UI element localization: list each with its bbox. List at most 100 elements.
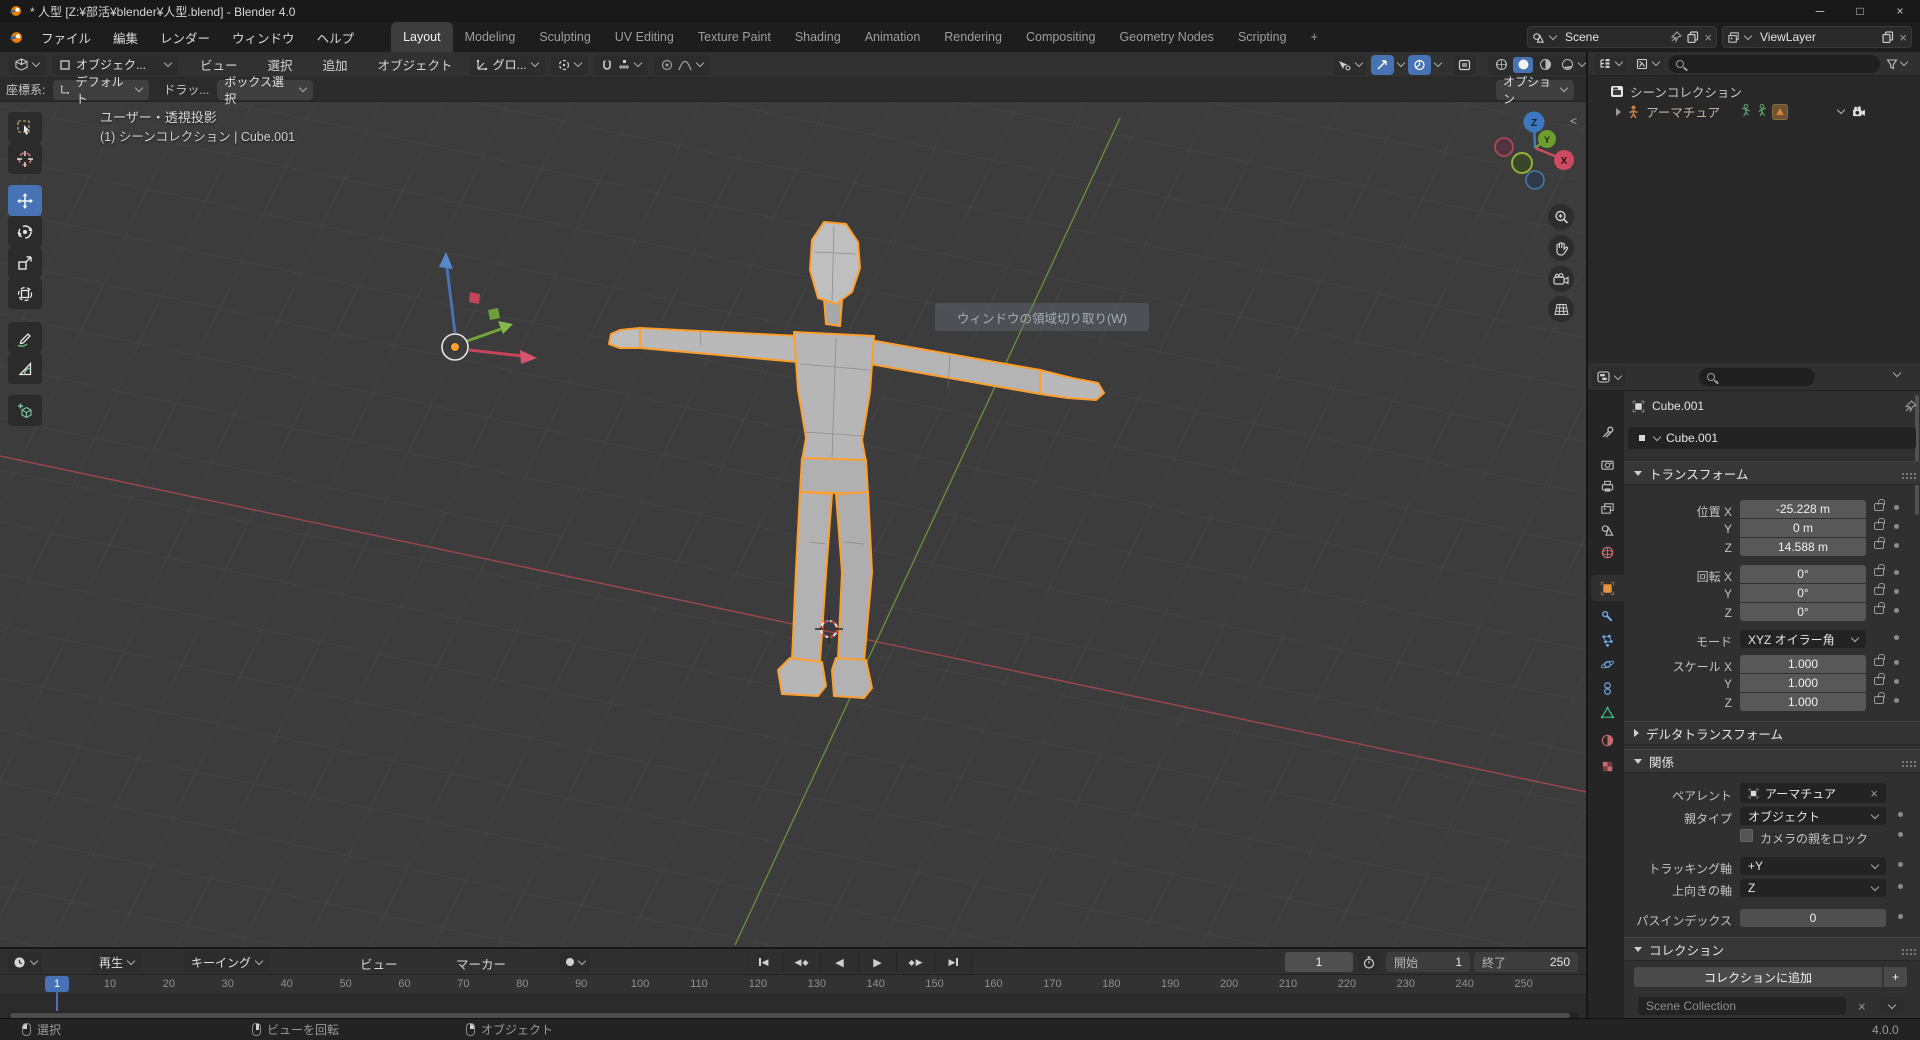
playhead-frame-badge[interactable]: 1 (45, 976, 69, 992)
animate-dot[interactable] (1898, 862, 1903, 867)
menu-file[interactable]: ファイル (30, 22, 102, 52)
collection-options-button[interactable] (1880, 997, 1904, 1015)
current-frame-field[interactable]: 1 (1285, 952, 1353, 972)
hide-in-viewport-icon[interactable] (1837, 106, 1845, 114)
location-z-field[interactable]: 14.588 m (1740, 538, 1866, 556)
timeline-ruler[interactable]: 1020304050607080901001101201301401501601… (0, 975, 1586, 995)
properties-filter-chevron-icon[interactable] (1893, 369, 1901, 377)
new-view-layer-icon[interactable] (1882, 31, 1894, 43)
toggle-xray-button[interactable] (1453, 55, 1476, 75)
menu-edit[interactable]: 編集 (102, 22, 149, 52)
camera-parent-lock-checkbox[interactable] (1740, 829, 1753, 842)
viewport-3d[interactable]: オブジェク... ビュー 選択 追加 オブジェクト グロ... (0, 52, 1586, 947)
lock-open-icon[interactable] (1874, 658, 1884, 666)
add-to-collection-button[interactable]: コレクションに追加 (1634, 967, 1882, 987)
viewport-menu-object[interactable]: オブジェクト (374, 55, 457, 74)
viewport-menu-select[interactable]: 選択 (264, 55, 297, 74)
character-mesh[interactable] (609, 222, 1104, 698)
scene-canvas[interactable] (0, 102, 1586, 947)
move-gizmo-x-plane[interactable] (469, 292, 480, 304)
mode-dropdown[interactable]: オブジェク... (52, 55, 178, 75)
orthographic-toggle-button[interactable] (1548, 296, 1574, 322)
transform-panel-header[interactable]: トランスフォーム (1624, 461, 1920, 485)
drag-handle-icon[interactable] (1902, 761, 1904, 763)
remove-view-layer-icon[interactable]: × (1899, 30, 1907, 45)
timeline-editor-type-button[interactable] (8, 952, 42, 972)
coordinate-system-dropdown[interactable]: デフォルト (53, 80, 149, 100)
lock-open-icon[interactable] (1874, 606, 1884, 614)
axis-x-neg-ball[interactable] (1495, 138, 1513, 156)
tab-geometry-nodes[interactable]: Geometry Nodes (1107, 22, 1225, 52)
shading-solid-button[interactable] (1513, 57, 1533, 73)
tab-animation[interactable]: Animation (853, 22, 933, 52)
lock-open-icon[interactable] (1874, 503, 1884, 511)
location-y-field[interactable]: 0 m (1740, 519, 1866, 537)
move-gizmo-x-arrow[interactable] (520, 350, 537, 364)
animate-dot[interactable] (1894, 543, 1899, 548)
shading-wireframe-button[interactable] (1491, 57, 1511, 73)
pass-index-field[interactable]: 0 (1740, 909, 1886, 927)
object-name-field[interactable]: Cube.001 (1628, 427, 1916, 449)
collections-panel-header[interactable]: コレクション (1624, 937, 1920, 961)
rotation-mode-dropdown[interactable]: XYZ オイラー角 (1740, 630, 1866, 648)
outliner-display-mode-button[interactable] (1631, 54, 1664, 74)
menu-render[interactable]: レンダー (149, 22, 221, 52)
properties-tab-object[interactable] (1591, 575, 1624, 601)
properties-tab-material[interactable] (1591, 727, 1624, 753)
outliner-editor-type-button[interactable] (1594, 54, 1627, 74)
transform-orientation-dropdown[interactable]: グロ... (469, 55, 545, 75)
options-dropdown[interactable]: オプション (1496, 80, 1574, 100)
jump-to-end-button[interactable]: ▶ (935, 952, 973, 972)
rotation-z-field[interactable]: 0° (1740, 603, 1866, 621)
animate-dot[interactable] (1898, 914, 1903, 919)
frame-start-field[interactable]: 開始1 (1386, 952, 1470, 972)
overlays-options-chevron-icon[interactable] (1434, 59, 1442, 67)
lock-open-icon[interactable] (1874, 677, 1884, 685)
properties-editor-type-button[interactable] (1592, 367, 1626, 387)
properties-tab-texture[interactable] (1591, 753, 1624, 779)
properties-tab-world[interactable] (1591, 539, 1624, 565)
properties-scrollbar[interactable] (1915, 395, 1919, 515)
outliner-row-armature[interactable]: アーマチュア (1616, 102, 1866, 121)
tab-sculpting[interactable]: Sculpting (527, 22, 602, 52)
animate-dot[interactable] (1894, 505, 1899, 510)
move-gizmo-y-arrow[interactable] (498, 321, 513, 334)
timeline-menu-view[interactable]: ビュー (356, 954, 402, 973)
tool-transform[interactable] (8, 278, 42, 309)
up-axis-dropdown[interactable]: Z (1740, 879, 1886, 897)
minimize-button[interactable]: ─ (1800, 0, 1840, 22)
camera-view-button[interactable] (1548, 266, 1574, 292)
outliner-row-scene-collection[interactable]: シーンコレクション (1610, 82, 1742, 101)
animate-dot[interactable] (1894, 660, 1899, 665)
animate-dot[interactable] (1898, 884, 1903, 889)
tab-layout[interactable]: Layout (391, 22, 453, 52)
tab-uv-editing[interactable]: UV Editing (603, 22, 686, 52)
unlink-scene-icon[interactable]: × (1704, 30, 1712, 45)
properties-tab-tool[interactable] (1591, 419, 1624, 445)
axis-y-neg-ball[interactable] (1512, 153, 1532, 173)
tab-compositing[interactable]: Compositing (1014, 22, 1107, 52)
relations-panel-header[interactable]: 関係 (1624, 749, 1920, 773)
proportional-edit-group[interactable] (654, 55, 710, 75)
playback-menu[interactable]: 再生 (92, 952, 141, 972)
pivot-point-dropdown[interactable] (551, 55, 588, 75)
animate-dot[interactable] (1894, 608, 1899, 613)
snap-dropdown[interactable] (594, 55, 648, 75)
animate-dot[interactable] (1894, 679, 1899, 684)
viewport-menu-add[interactable]: 追加 (319, 55, 352, 74)
track-axis-dropdown[interactable]: +Y (1740, 857, 1886, 875)
animate-dot[interactable] (1898, 812, 1903, 817)
use-preview-range-button[interactable] (1358, 952, 1380, 972)
prev-keyframe-button[interactable]: ◀◆ (783, 952, 821, 972)
frame-end-field[interactable]: 終了250 (1474, 952, 1578, 972)
properties-tab-object-data[interactable] (1591, 699, 1624, 725)
tool-select-box[interactable] (8, 112, 42, 143)
tab-rendering[interactable]: Rendering (932, 22, 1014, 52)
timeline-menu-marker[interactable]: マーカー (452, 954, 510, 973)
maximize-button[interactable]: □ (1840, 0, 1880, 22)
auto-keying-toggle[interactable] (560, 952, 591, 972)
playhead-line[interactable] (56, 992, 58, 1011)
show-object-types-dropdown[interactable] (1333, 55, 1367, 75)
pan-hand-button[interactable] (1548, 235, 1574, 261)
move-gizmo-y-plane[interactable] (488, 308, 500, 320)
